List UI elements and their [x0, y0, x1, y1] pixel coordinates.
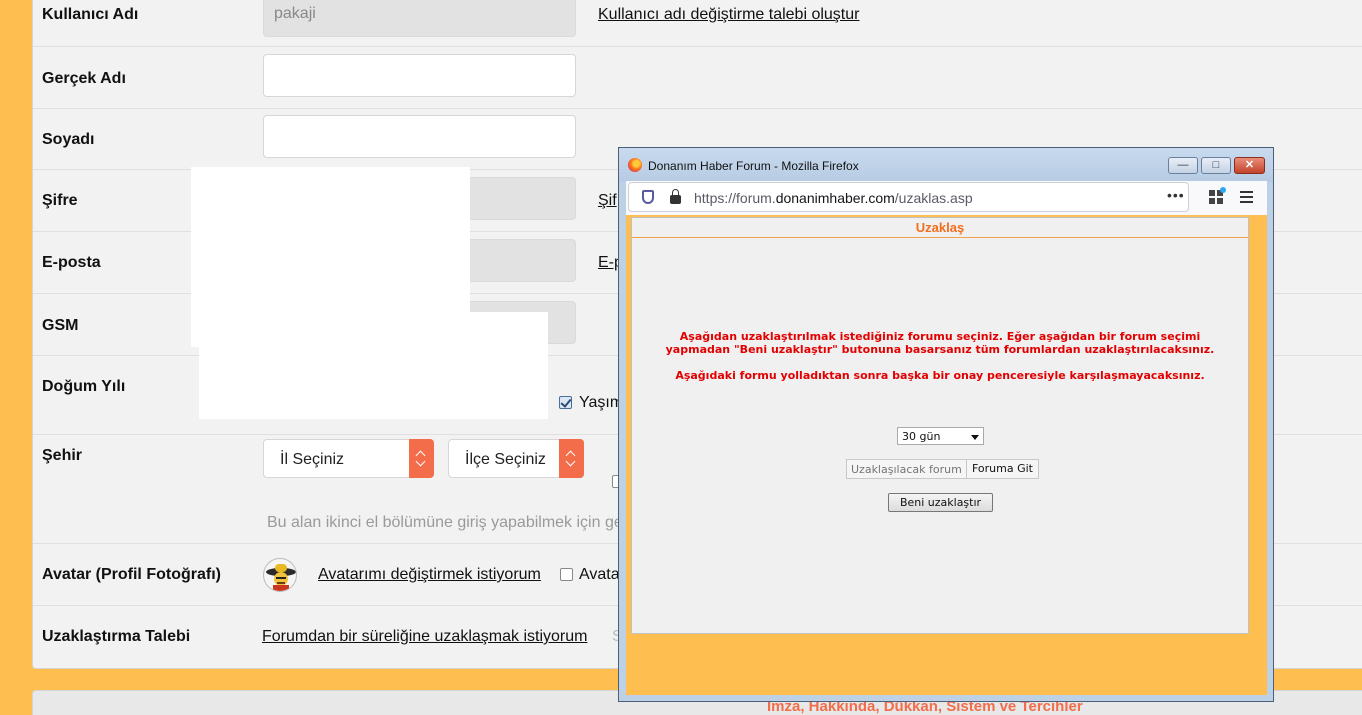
surname-label: Soyadı [42, 131, 95, 148]
browser-toolbar: https://forum.donanimhaber.com/uzaklas.a… [626, 181, 1267, 215]
email-label: E-posta [42, 254, 101, 271]
ban-no-confirm-note: Aşağıdaki formu yolladıktan sonra başka … [675, 369, 1205, 382]
ban-request-label: Uzaklaştırma Talebi [42, 628, 191, 645]
dropdown-arrow-icon [971, 435, 979, 440]
popup-title-bar[interactable]: Donanım Haber Forum - Mozilla Firefox — … [619, 148, 1273, 182]
ban-form-title: Uzaklaş [632, 218, 1248, 238]
popup-page: Uzaklaş Aşağıdan uzaklaştırılmak istediğ… [626, 215, 1267, 695]
district-chevron-icon [559, 439, 584, 478]
realname-label: Gerçek Adı [42, 70, 126, 87]
province-chevron-icon [409, 439, 434, 478]
popup-window: Donanım Haber Forum - Mozilla Firefox — … [618, 147, 1274, 702]
url-bar[interactable]: https://forum.donanimhaber.com/uzaklas.a… [628, 182, 1189, 212]
district-select[interactable]: İlçe Seçiniz [448, 439, 584, 478]
ban-form-box: Uzaklaş Aşağıdan uzaklaştırılmak istediğ… [631, 217, 1249, 634]
goto-forum-button[interactable]: Foruma Git [966, 459, 1039, 479]
hamburger-menu-icon[interactable] [1240, 191, 1253, 203]
extensions-icon[interactable] [1209, 187, 1226, 204]
avatar [263, 558, 297, 592]
district-select-value: İlçe Seçiniz [465, 451, 546, 468]
page-actions-icon[interactable]: ••• [1167, 187, 1185, 203]
realname-row: Gerçek Adı [33, 47, 1362, 109]
ban-instruction-line2: yapmadan "Beni uzaklaştır" butonuna basa… [665, 343, 1215, 356]
avatar-change-link[interactable]: Avatarımı değiştirmek istiyorum [318, 566, 541, 584]
username-change-link[interactable]: Kullanıcı adı değiştirme talebi oluştur [598, 6, 859, 24]
gsm-label: GSM [42, 317, 79, 334]
firefox-icon [628, 158, 642, 172]
province-select-value: İl Seçiniz [280, 451, 345, 468]
birth-year-label: Doğum Yılı [42, 378, 126, 395]
avatar-checkbox[interactable] [560, 568, 573, 581]
maximize-icon: □ [1212, 159, 1220, 171]
username-label: Kullanıcı Adı [42, 6, 139, 23]
username-row: Kullanıcı Adı Kullanıcı adı değiştirme t… [33, 0, 1362, 47]
surname-input[interactable] [263, 115, 576, 158]
minimize-icon: — [1177, 159, 1189, 171]
maximize-button[interactable]: □ [1201, 157, 1231, 174]
ban-instruction-line1: Aşağıdan uzaklaştırılmak istediğiniz for… [679, 330, 1201, 343]
realname-input[interactable] [263, 54, 576, 97]
tracking-shield-icon[interactable] [642, 190, 654, 204]
show-age-checkbox[interactable] [559, 396, 572, 409]
username-input[interactable] [263, 0, 576, 37]
province-select[interactable]: İl Seçiniz [263, 439, 434, 478]
redaction-block [199, 312, 548, 419]
ban-duration-value: 30 gün [902, 430, 941, 443]
forum-select-input[interactable] [846, 459, 967, 479]
password-change-link[interactable]: Şif [598, 192, 617, 210]
password-label: Şifre [42, 192, 78, 209]
close-icon: ✕ [1244, 159, 1255, 171]
close-button[interactable]: ✕ [1234, 157, 1265, 174]
city-label: Şehir [42, 447, 83, 464]
ban-duration-select[interactable]: 30 gün [897, 427, 984, 445]
city-hint: Bu alan ikinci el bölümüne giriş yapabil… [267, 514, 623, 531]
ban-me-button[interactable]: Beni uzaklaştır [888, 493, 993, 512]
popup-window-title: Donanım Haber Forum - Mozilla Firefox [648, 159, 859, 173]
avatar-checkbox-label: Avata [579, 566, 620, 583]
lock-icon[interactable] [670, 189, 681, 204]
show-age-label: Yaşım [579, 394, 624, 411]
url-text[interactable]: https://forum.donanimhaber.com/uzaklas.a… [694, 190, 973, 206]
avatar-label: Avatar (Profil Fotoğrafı) [42, 566, 221, 583]
minimize-button[interactable]: — [1168, 157, 1198, 174]
ban-request-link[interactable]: Forumdan bir süreliğine uzaklaşmak istiy… [262, 628, 587, 646]
